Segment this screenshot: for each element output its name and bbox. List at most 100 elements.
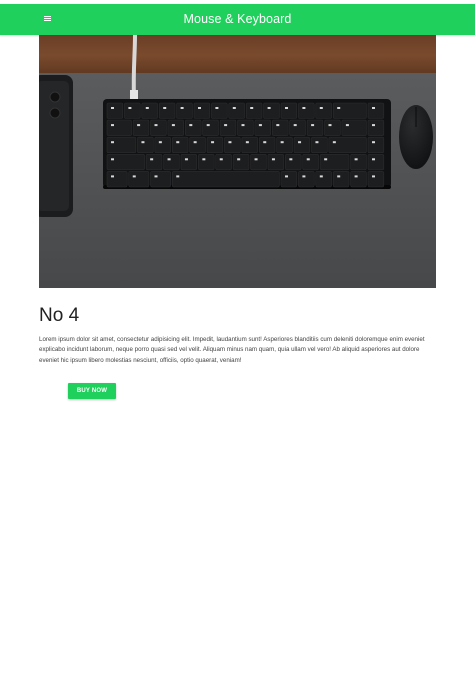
keycap (306, 119, 324, 136)
keycap-legend (324, 158, 328, 161)
keycap (106, 119, 132, 136)
keycap (224, 136, 241, 153)
keycap (298, 102, 315, 119)
keycap (263, 102, 280, 119)
keycap-legend (271, 158, 275, 161)
keycap-legend (332, 141, 336, 144)
keycap (328, 136, 367, 153)
keycap (215, 154, 232, 171)
keycap (332, 171, 350, 188)
keycap (132, 119, 150, 136)
keycap-legend (258, 124, 262, 127)
keycap (315, 171, 332, 188)
keycap (302, 154, 319, 171)
keycap-legend (250, 107, 254, 109)
keycap (258, 136, 276, 153)
keycap (289, 119, 306, 136)
keycap-legend (337, 175, 341, 178)
keycap-legend (319, 175, 323, 178)
keycap-legend (176, 175, 180, 178)
keycap (154, 136, 171, 153)
keycap-legend (150, 158, 154, 161)
keycap-legend (354, 158, 358, 161)
keycap-legend (132, 175, 136, 178)
keycap-legend (137, 124, 141, 127)
keycap (367, 171, 385, 188)
keycap (332, 102, 367, 119)
keycap (280, 102, 298, 119)
keycap (124, 102, 141, 119)
keycap-legend (245, 141, 249, 144)
keycap-legend (293, 124, 297, 127)
keycap (272, 119, 289, 136)
keycap (106, 102, 124, 119)
keycap (128, 171, 150, 188)
keycap-legend (111, 124, 114, 127)
keycap-legend (372, 175, 375, 178)
keycap (267, 154, 285, 171)
keycap (285, 154, 302, 171)
keycap (163, 154, 180, 171)
product-heading: No 4 (39, 305, 80, 326)
keycap-legend (219, 158, 223, 161)
app-title: Mouse & Keyboard (183, 12, 292, 26)
keycap-legend (345, 124, 349, 127)
keycap-legend (202, 158, 206, 161)
keycap (293, 136, 311, 153)
keycap (211, 102, 228, 119)
keycap-legend (263, 141, 267, 144)
keycap-legend (111, 175, 114, 178)
keycap-legend (302, 175, 306, 178)
keycap-legend (128, 107, 132, 109)
keycap (280, 171, 298, 188)
keycap-legend (189, 124, 193, 127)
keycap (167, 119, 184, 136)
keycap-legend (184, 158, 188, 161)
keycap-legend (285, 107, 288, 109)
keycap-legend (211, 141, 215, 144)
keycap-legend (154, 175, 158, 178)
keycap-legend (372, 124, 375, 127)
keycap (276, 136, 293, 153)
keycap (158, 102, 176, 119)
keycap (254, 119, 271, 136)
product-description: Lorem ipsum dolor sit amet, consectetur … (39, 336, 425, 364)
keycap (350, 154, 367, 171)
keycap-legend (237, 158, 241, 161)
buy-now-button[interactable]: Buy Now (68, 383, 116, 399)
keycap-legend (306, 158, 310, 161)
keycap (185, 119, 202, 136)
keycap-legend (163, 107, 167, 109)
keycap-legend (372, 141, 375, 144)
keycap-legend (145, 107, 149, 109)
keycap (106, 154, 145, 171)
keycap (176, 102, 193, 119)
keycap-legend (241, 124, 245, 127)
keycap-legend (232, 107, 236, 109)
keycap (319, 154, 350, 171)
keycap (237, 119, 254, 136)
keycap (367, 102, 385, 119)
keycap (315, 102, 332, 119)
keycap (106, 136, 137, 153)
keycap-legend (372, 158, 375, 161)
keycap-legend (158, 141, 162, 144)
keycap-legend (311, 124, 315, 127)
keycap (145, 154, 163, 171)
keycap (137, 136, 154, 153)
keycap-legend (328, 124, 332, 127)
keycap-legend (176, 141, 180, 144)
keycap-legend (285, 175, 288, 178)
keycap-legend (276, 124, 280, 127)
keycap-legend (298, 141, 302, 144)
keycap-legend (111, 158, 114, 161)
keycap (232, 154, 250, 171)
keycap (350, 171, 367, 188)
keycap (150, 119, 167, 136)
keycap-legend (254, 158, 258, 161)
keycap-legend (289, 158, 293, 161)
keycap (367, 136, 385, 153)
keycap (324, 119, 341, 136)
keycap (245, 102, 263, 119)
keycap-legend (267, 107, 271, 109)
